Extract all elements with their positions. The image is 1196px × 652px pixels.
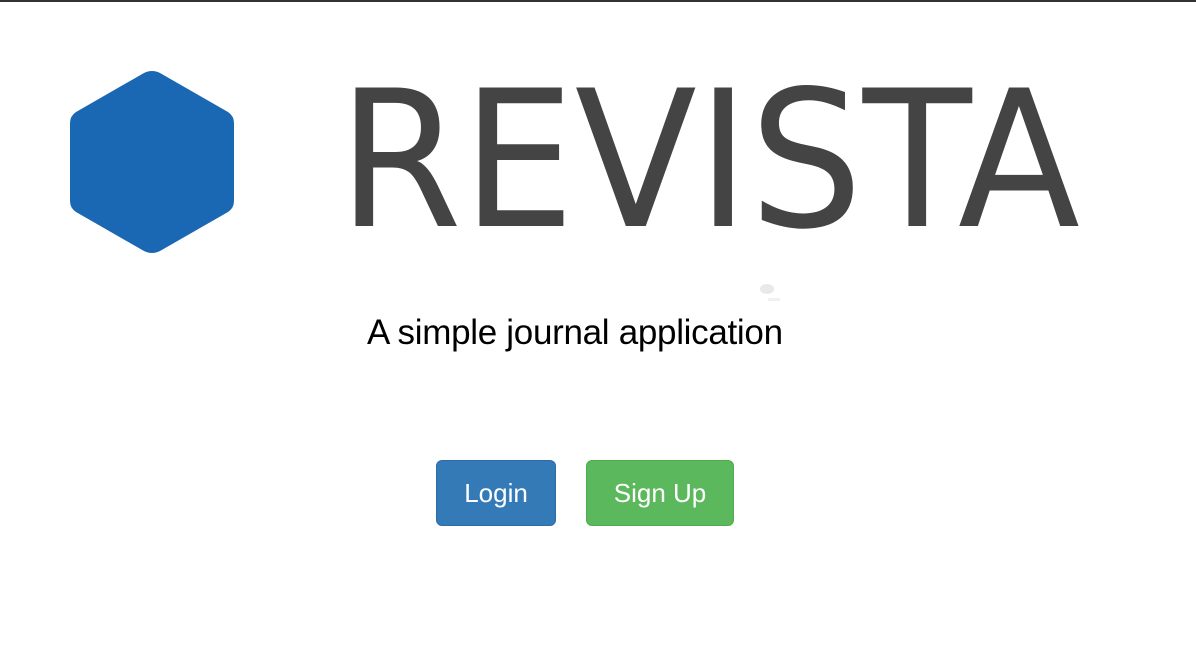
sign-up-button[interactable]: Sign Up xyxy=(586,460,734,526)
decorative-speck xyxy=(760,284,774,294)
hexagon-shape xyxy=(70,71,234,253)
logo-wordmark: REVISTA xyxy=(338,82,1080,238)
login-button[interactable]: Login xyxy=(436,460,556,526)
hexagon-logo-icon xyxy=(70,71,234,253)
decorative-speck xyxy=(768,298,780,301)
window-top-border xyxy=(0,0,1196,2)
logo-wordmark-text: REVISTA xyxy=(338,82,1080,238)
tagline: A simple journal application xyxy=(367,313,783,352)
